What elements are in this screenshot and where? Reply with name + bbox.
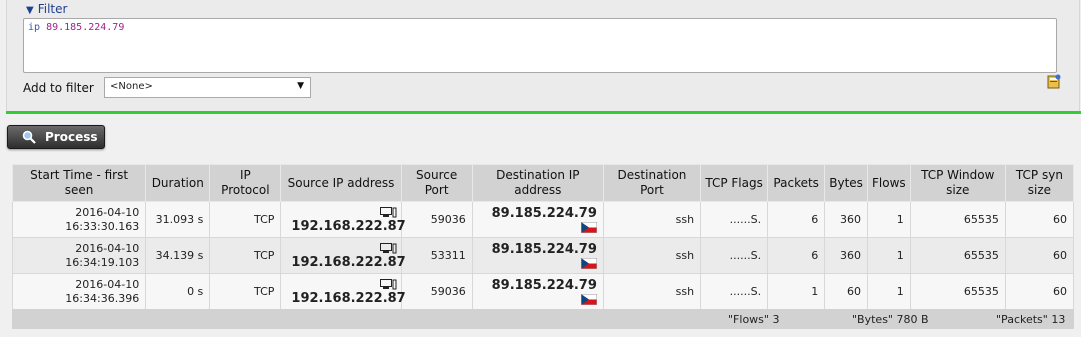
col-tcp-flags[interactable]: TCP Flags [700,164,769,202]
table-row[interactable]: 2016-04-10 16:33:30.163 31.093 s TCP 192.… [11,201,1075,238]
destination-ip-cell[interactable]: 89.185.224.79 [471,237,604,274]
summary-flows: "Flows" 3 [728,313,780,326]
destination-ip-cell[interactable]: 89.185.224.79 [471,273,604,310]
flows-table: Start Time - first seen Duration IP Prot… [11,164,1075,310]
start-time: 16:33:30.163 [65,219,140,233]
tcp-syn-cell: 60 [1004,201,1075,238]
czech-flag-icon [580,258,597,269]
computer-device-icon [379,279,397,290]
tcp-syn-cell: 60 [1004,273,1075,310]
col-destination-port[interactable]: Destination Port [602,164,702,202]
col-tcp-window-size[interactable]: TCP Window size [909,164,1006,202]
process-button[interactable]: Process [7,125,105,149]
destination-port-cell: ssh [602,201,702,238]
start-date: 2016-04-10 [75,205,140,219]
start-time: 16:34:19.103 [65,255,140,269]
computer-device-icon [379,207,397,218]
filter-toggle-label: Filter [37,2,68,16]
start-time-cell: 2016-04-10 16:34:19.103 [11,237,147,274]
start-date: 2016-04-10 [75,277,140,291]
col-packets[interactable]: Packets [767,164,826,202]
filter-panel: ▼ Filter ip 89.185.224.79 Add to filter <… [6,0,1080,114]
start-date: 2016-04-10 [75,241,140,255]
start-time: 16:34:36.396 [65,291,140,305]
duration-cell: 31.093 s [145,201,211,238]
tcp-flags-cell: ......S. [700,237,769,274]
triangle-down-icon: ▼ [26,5,34,16]
czech-flag-icon [580,294,597,305]
filter-keyword: ip [28,22,41,33]
tcp-window-cell: 65535 [909,237,1006,274]
source-ip-cell[interactable]: 192.168.222.87 [280,237,406,274]
source-ip: 192.168.222.87 [291,255,406,270]
duration-cell: 34.139 s [145,237,211,274]
duration-cell: 0 s [145,273,211,310]
protocol-cell: TCP [209,273,282,310]
packets-cell: 1 [767,273,826,310]
source-ip-cell[interactable]: 192.168.222.87 [280,201,406,238]
table-header-row: Start Time - first seen Duration IP Prot… [11,164,1075,202]
flows-cell: 1 [866,273,911,310]
col-source-ip[interactable]: Source IP address [280,164,402,202]
table-row[interactable]: 2016-04-10 16:34:36.396 0 s TCP 192.168.2… [11,273,1075,310]
summary-bytes: "Bytes" 780 B [852,313,929,326]
tcp-flags-cell: ......S. [700,201,769,238]
col-tcp-syn-size[interactable]: TCP syn size [1004,164,1075,202]
destination-ip: 89.185.224.79 [491,205,597,221]
source-port-cell: 59036 [400,201,473,238]
add-to-filter-select[interactable]: <None> ▼ [104,77,311,98]
col-ip-protocol[interactable]: IP Protocol [209,164,282,202]
filter-expression-input[interactable]: ip 89.185.224.79 [23,18,1057,73]
source-port-cell: 53311 [400,237,473,274]
process-button-label: Process [45,130,98,144]
col-destination-ip[interactable]: Destination IP address [471,164,604,202]
tcp-window-cell: 65535 [909,273,1006,310]
flows-cell: 1 [866,201,911,238]
table-row[interactable]: 2016-04-10 16:34:19.103 34.139 s TCP 192.… [11,237,1075,274]
col-flows[interactable]: Flows [866,164,911,202]
col-source-port[interactable]: Source Port [400,164,473,202]
filter-value: 89.185.224.79 [46,22,125,33]
flows-cell: 1 [866,237,911,274]
bytes-cell: 360 [824,201,868,238]
magnifier-icon [22,130,36,144]
destination-ip: 89.185.224.79 [491,277,597,293]
protocol-cell: TCP [209,237,282,274]
tcp-syn-cell: 60 [1004,237,1075,274]
tcp-window-cell: 65535 [909,201,1006,238]
source-ip: 192.168.222.87 [291,291,406,306]
tcp-flags-cell: ......S. [700,273,769,310]
col-duration[interactable]: Duration [145,164,211,202]
source-ip-cell[interactable]: 192.168.222.87 [280,273,406,310]
start-time-cell: 2016-04-10 16:33:30.163 [11,201,147,238]
filter-toggle[interactable]: ▼ Filter [26,2,67,16]
czech-flag-icon [580,222,597,233]
bytes-cell: 360 [824,237,868,274]
protocol-cell: TCP [209,201,282,238]
separator-line [6,111,1081,114]
col-start-time[interactable]: Start Time - first seen [11,164,147,202]
add-to-filter-selected: <None> [110,81,153,92]
computer-device-icon [379,243,397,254]
source-port-cell: 59036 [400,273,473,310]
packets-cell: 6 [767,201,826,238]
help-book-icon[interactable] [1047,74,1061,89]
summary-footer: "Flows" 3 "Bytes" 780 B "Packets" 13 [12,309,1074,329]
destination-ip-cell[interactable]: 89.185.224.79 [471,201,604,238]
destination-ip: 89.185.224.79 [491,241,597,257]
col-bytes[interactable]: Bytes [824,164,868,202]
packets-cell: 6 [767,237,826,274]
chevron-down-icon: ▼ [297,81,304,91]
summary-packets: "Packets" 13 [996,313,1066,326]
destination-port-cell: ssh [602,237,702,274]
start-time-cell: 2016-04-10 16:34:36.396 [11,273,147,310]
bytes-cell: 60 [824,273,868,310]
destination-port-cell: ssh [602,273,702,310]
add-to-filter-label: Add to filter [23,81,94,95]
source-ip: 192.168.222.87 [291,219,406,234]
